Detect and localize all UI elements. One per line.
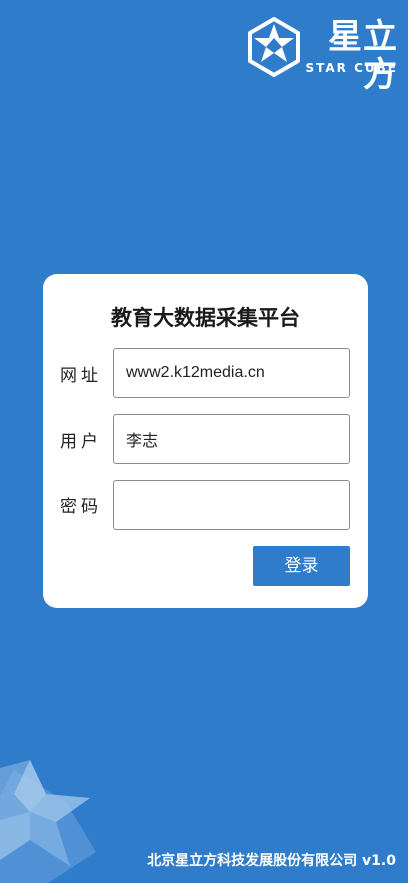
brand-name-en: STAR CUBE xyxy=(305,61,398,75)
password-label: 密码 xyxy=(60,497,102,517)
platform-title: 教育大数据采集平台 xyxy=(111,306,300,330)
user-input[interactable] xyxy=(113,414,350,464)
url-input[interactable] xyxy=(113,348,350,398)
url-label: 网址 xyxy=(60,366,102,386)
brand-logo: 星立方 STAR CUBE xyxy=(246,16,398,94)
login-button[interactable]: 登录 xyxy=(253,546,350,586)
password-input[interactable] xyxy=(113,480,350,530)
login-screen: 星立方 STAR CUBE 教育大数据采集平台 网址 用户 密码 登录 北京星立… xyxy=(0,0,408,883)
brand-name-cn: 星立方 xyxy=(328,17,398,95)
star-cube-decoration-icon xyxy=(0,760,96,883)
star-cube-logo-icon xyxy=(248,17,300,77)
company-footer: 北京星立方科技发展股份有限公司 v1.0 xyxy=(147,853,396,869)
login-card: 教育大数据采集平台 网址 用户 密码 登录 xyxy=(43,274,368,608)
user-label: 用户 xyxy=(60,432,102,452)
